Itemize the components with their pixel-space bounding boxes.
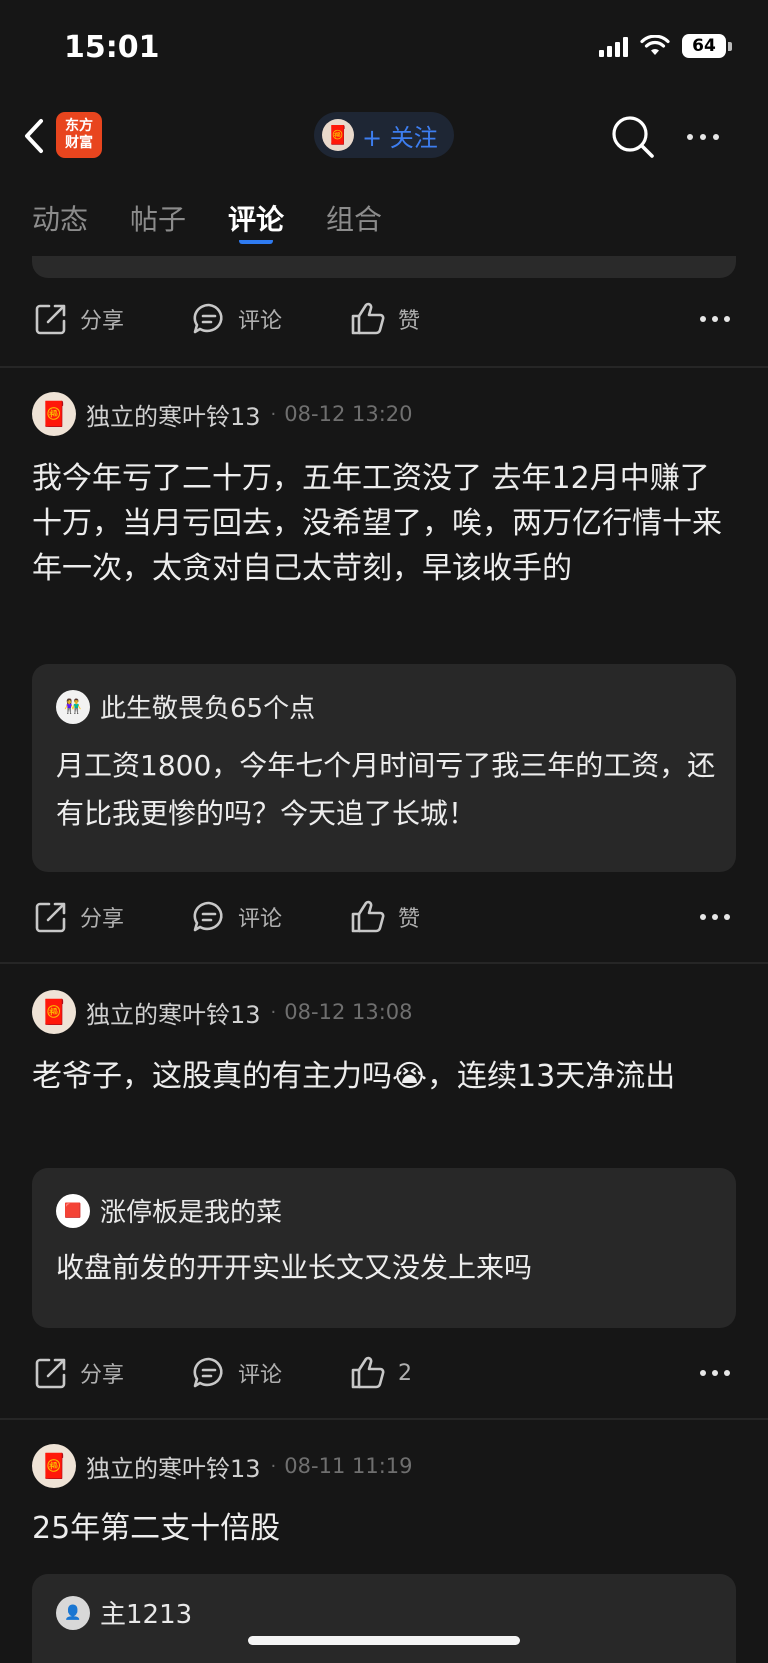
- avatar[interactable]: 🧧: [32, 392, 76, 436]
- quote-header: 👤 主1213: [56, 1594, 192, 1631]
- thumbs-up-icon: [351, 900, 385, 933]
- share-button[interactable]: 分享: [34, 302, 124, 336]
- separator-dot: ·: [270, 1455, 277, 1477]
- battery-level: 64: [682, 34, 726, 58]
- divider: [0, 1418, 768, 1420]
- back-button[interactable]: [14, 114, 54, 158]
- quote-card[interactable]: 🟥 涨停板是我的菜 收盘前发的开开实业长文又没发上来吗: [32, 1168, 736, 1328]
- tab-dynamics[interactable]: 动态: [32, 180, 88, 258]
- tab-portfolio[interactable]: 组合: [326, 180, 382, 258]
- quote-author: 主1213: [100, 1600, 193, 1630]
- like-label: 赞: [398, 309, 421, 334]
- like-count: 2: [398, 1360, 412, 1386]
- home-indicator: [248, 1636, 520, 1645]
- thumbs-up-icon: [351, 1356, 385, 1389]
- avatar[interactable]: 🧧: [32, 1444, 76, 1488]
- quote-header: 👫 此生敬畏负65个点: [56, 688, 315, 725]
- post-action-bar: 分享 评论 赞: [0, 290, 768, 350]
- share-button[interactable]: 分享: [34, 1356, 124, 1390]
- status-icons: 64: [599, 34, 732, 58]
- share-label: 分享: [80, 1363, 125, 1388]
- share-label: 分享: [80, 907, 125, 932]
- comment-icon: [193, 1357, 223, 1388]
- post-time: 08-11 11:19: [284, 1454, 413, 1478]
- quote-header: 🟥 涨停板是我的菜: [56, 1192, 282, 1229]
- post-header: 🧧 独立的寒叶铃13 · 08-11 11:19: [32, 1444, 413, 1488]
- comment-label: 评论: [238, 1363, 283, 1388]
- follow-button[interactable]: 🧧 + 关注: [314, 112, 454, 158]
- like-button[interactable]: 2: [350, 1356, 412, 1390]
- author-name[interactable]: 独立的寒叶铃13: [86, 397, 261, 432]
- post-body[interactable]: 老爷子，这股真的有主力吗😭，连续13天净流出: [32, 1054, 732, 1099]
- post-more-button[interactable]: [700, 316, 730, 322]
- share-icon: [35, 304, 66, 335]
- author-name[interactable]: 独立的寒叶铃13: [86, 1449, 261, 1484]
- post-more-button[interactable]: [700, 914, 730, 920]
- quote-author: 涨停板是我的菜: [100, 1198, 283, 1228]
- tab-comments[interactable]: 评论: [228, 180, 284, 258]
- follow-label: + 关注: [362, 123, 438, 152]
- post-more-button[interactable]: [700, 1370, 730, 1376]
- logo-text-line2: 财富: [65, 135, 93, 151]
- wifi-icon: [640, 35, 670, 55]
- post-body[interactable]: 25年第二支十倍股: [32, 1506, 732, 1551]
- app-logo[interactable]: 东方 财富: [56, 112, 102, 158]
- quote-avatar: 👤: [56, 1595, 90, 1630]
- comment-button[interactable]: 评论: [192, 1356, 282, 1390]
- avatar[interactable]: 🧧: [32, 990, 76, 1034]
- quote-body: 收盘前发的开开实业长文又没发上来吗: [56, 1251, 533, 1284]
- post-action-bar: 分享 评论 赞: [0, 888, 768, 948]
- like-button[interactable]: 赞: [350, 900, 420, 934]
- quote-author: 此生敬畏负65个点: [100, 694, 316, 724]
- search-button[interactable]: [610, 114, 656, 160]
- thumbs-up-icon: [351, 302, 385, 335]
- post-header: 🧧 独立的寒叶铃13 · 08-12 13:08: [32, 990, 413, 1034]
- comment-button[interactable]: 评论: [192, 900, 282, 934]
- share-button[interactable]: 分享: [34, 900, 124, 934]
- quote-avatar: 🟥: [56, 1193, 90, 1228]
- comment-label: 评论: [238, 907, 283, 932]
- cellular-signal-icon: [599, 35, 628, 57]
- profile-tabs: 动态 帖子 评论 组合: [0, 180, 768, 258]
- quote-card[interactable]: [32, 256, 736, 278]
- logo-text-line1: 东方: [65, 118, 93, 134]
- nav-bar: 东方 财富 🧧 + 关注: [0, 100, 768, 180]
- divider: [0, 366, 768, 368]
- tab-posts[interactable]: 帖子: [130, 180, 186, 258]
- battery-icon: 64: [682, 34, 732, 58]
- author-name[interactable]: 独立的寒叶铃13: [86, 995, 261, 1030]
- status-time: 15:01: [64, 30, 160, 65]
- post-action-bar: 分享 评论 2: [0, 1344, 768, 1404]
- post-body[interactable]: 我今年亏了二十万，五年工资没了 去年12月中赚了十万，当月亏回去，没希望了，唉，…: [32, 456, 732, 591]
- tab-active-indicator: [239, 238, 274, 244]
- like-button[interactable]: 赞: [350, 302, 420, 336]
- share-icon: [35, 1358, 66, 1389]
- quote-card[interactable]: 👤 主1213: [32, 1574, 736, 1663]
- status-bar: 15:01 64: [0, 0, 768, 100]
- tab-comments-label: 评论: [228, 203, 285, 236]
- post-header: 🧧 独立的寒叶铃13 · 08-12 13:20: [32, 392, 413, 436]
- search-icon: [612, 116, 654, 158]
- user-avatar: 🧧: [322, 119, 354, 151]
- separator-dot: ·: [270, 1001, 277, 1023]
- comment-icon: [193, 901, 223, 932]
- more-options-button[interactable]: [680, 122, 726, 152]
- comment-button[interactable]: 评论: [192, 302, 282, 336]
- quote-body: 月工资1800，今年七个月时间亏了我三年的工资，还有比我更惨的吗？今天追了长城！: [56, 749, 716, 830]
- separator-dot: ·: [270, 403, 277, 425]
- post-time: 08-12 13:20: [284, 402, 413, 426]
- comment-label: 评论: [238, 309, 283, 334]
- share-icon: [35, 902, 66, 933]
- share-label: 分享: [80, 309, 125, 334]
- divider: [0, 962, 768, 964]
- post-time: 08-12 13:08: [284, 1000, 413, 1024]
- comment-icon: [193, 303, 223, 334]
- chevron-left-icon: [25, 119, 43, 153]
- quote-card[interactable]: 👫 此生敬畏负65个点 月工资1800，今年七个月时间亏了我三年的工资，还有比我…: [32, 664, 736, 872]
- like-label: 赞: [398, 907, 421, 932]
- quote-avatar: 👫: [56, 689, 90, 724]
